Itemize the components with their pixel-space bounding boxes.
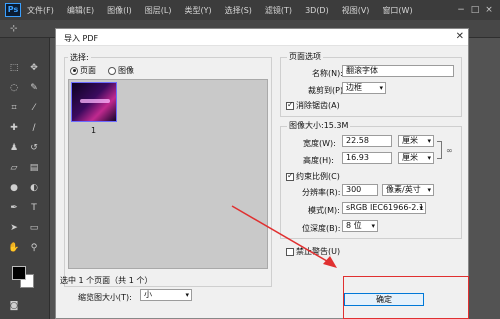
annotation-arrow — [231, 205, 337, 268]
